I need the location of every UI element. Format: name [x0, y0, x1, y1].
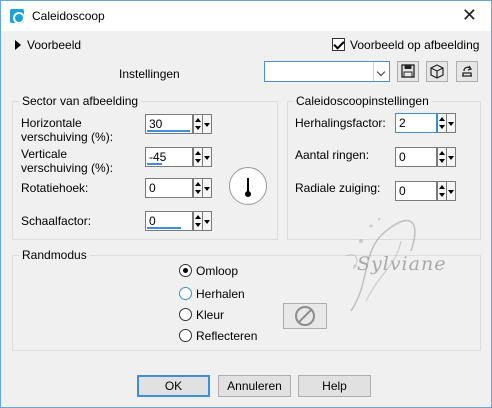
rings-dropdown[interactable]	[447, 147, 456, 167]
radial-stepper[interactable]	[437, 181, 447, 201]
close-icon[interactable]: ✕	[462, 6, 477, 24]
repeat-dropdown[interactable]	[447, 113, 456, 133]
v-offset-dropdown[interactable]	[203, 147, 212, 167]
repeat-value: 2	[399, 116, 406, 130]
v-offset-label: Verticale verschuiving (%):	[21, 147, 113, 175]
h-offset-slider-bar	[147, 130, 190, 132]
sector-group-title: Sector van afbeelding	[19, 94, 142, 108]
v-offset-slider-bar	[147, 163, 162, 165]
no-color-icon	[295, 306, 315, 326]
v-offset-label-line1: Verticale	[21, 147, 68, 161]
edge-label-herhalen: Herhalen	[196, 287, 245, 301]
rotation-label: Rotatiehoek:	[21, 181, 89, 195]
reset-button[interactable]	[456, 61, 478, 82]
radial-value: 0	[399, 184, 406, 198]
h-offset-input[interactable]: 30	[145, 114, 193, 134]
down-arrow-icon	[195, 190, 201, 194]
watermark-text: Sylviane	[357, 253, 447, 275]
rings-value: 0	[399, 150, 406, 164]
up-arrow-icon	[439, 185, 445, 189]
chevron-down-icon	[373, 62, 389, 81]
h-offset-label: Horizontale verschuiving (%):	[21, 116, 113, 144]
scale-label: Schaalfactor:	[21, 214, 92, 228]
radial-input[interactable]: 0	[395, 181, 437, 201]
down-arrow-icon	[439, 193, 445, 197]
edge-mode-group-title: Randmodus	[19, 248, 90, 262]
preview-toggle[interactable]: Voorbeeld	[15, 38, 81, 52]
preview-on-image-label: Voorbeeld op afbeelding	[350, 38, 480, 52]
scale-dropdown[interactable]	[203, 211, 212, 231]
repeat-input[interactable]: 2	[395, 113, 437, 133]
v-offset-value: -45	[149, 150, 167, 164]
rings-stepper[interactable]	[437, 147, 447, 167]
h-offset-stepper[interactable]	[193, 114, 203, 134]
up-arrow-icon	[195, 151, 201, 155]
settings-dropdown[interactable]	[264, 61, 390, 82]
cancel-button[interactable]: Annuleren	[218, 375, 291, 397]
down-arrow-icon	[195, 126, 201, 130]
expand-arrow-icon	[15, 40, 21, 50]
edge-radio-kleur[interactable]	[179, 308, 192, 321]
preview-toggle-label: Voorbeeld	[27, 38, 82, 52]
ok-button[interactable]: OK	[137, 375, 210, 397]
edge-color-swatch[interactable]	[283, 303, 327, 329]
h-offset-label-line2: verschuiving (%):	[21, 130, 114, 144]
title-bar: Caleidoscoop ✕	[1, 1, 491, 31]
down-arrow-icon	[195, 223, 201, 227]
edge-radio-herhalen[interactable]	[179, 287, 192, 300]
down-arrow-icon	[439, 159, 445, 163]
h-offset-label-line1: Horizontale	[21, 116, 82, 130]
scale-value: 0	[149, 214, 156, 228]
radial-label: Radiale zuiging:	[295, 181, 381, 195]
presets-button[interactable]	[426, 61, 448, 82]
rotation-stepper[interactable]	[193, 178, 203, 198]
rotation-dropdown[interactable]	[203, 178, 212, 198]
v-offset-stepper[interactable]	[193, 147, 203, 167]
dialog-window: Caleidoscoop ✕ Voorbeeld Voorbeeld op af…	[0, 0, 492, 408]
radial-dropdown[interactable]	[447, 181, 456, 201]
preview-on-image-checkbox[interactable]	[332, 38, 345, 51]
v-offset-label-line2: verschuiving (%):	[21, 161, 114, 175]
help-button[interactable]: Help	[298, 375, 371, 397]
up-arrow-icon	[439, 117, 445, 121]
h-offset-dropdown[interactable]	[203, 114, 212, 134]
settings-label: Instellingen	[119, 67, 180, 81]
kaleidoscope-group-title: Caleidoscoopinstellingen	[293, 94, 432, 108]
down-arrow-icon	[439, 125, 445, 129]
edge-radio-omloop[interactable]	[179, 264, 192, 277]
up-arrow-icon	[195, 182, 201, 186]
dial-knob	[245, 191, 251, 197]
save-settings-button[interactable]	[397, 61, 419, 82]
edge-radio-reflecteren[interactable]	[179, 329, 192, 342]
edge-label-reflecteren: Reflecteren	[196, 329, 258, 343]
scale-stepper[interactable]	[193, 211, 203, 231]
rings-label: Aantal ringen:	[295, 148, 370, 162]
rotation-input[interactable]: 0	[145, 178, 193, 198]
scale-input[interactable]: 0	[145, 211, 193, 231]
window-title: Caleidoscoop	[32, 9, 105, 23]
kaleidoscope-icon	[10, 9, 25, 24]
reset-icon	[462, 65, 472, 77]
rotation-value: 0	[149, 181, 156, 195]
rings-input[interactable]: 0	[395, 147, 437, 167]
down-arrow-icon	[195, 159, 201, 163]
repeat-stepper[interactable]	[437, 113, 447, 133]
up-arrow-icon	[195, 118, 201, 122]
h-offset-value: 30	[149, 117, 163, 131]
rotation-dial[interactable]	[229, 167, 267, 205]
up-arrow-icon	[195, 215, 201, 219]
edge-label-omloop: Omloop	[196, 264, 239, 278]
scale-slider-bar	[147, 227, 181, 229]
up-arrow-icon	[439, 151, 445, 155]
v-offset-input[interactable]: -45	[145, 147, 193, 167]
save-icon	[401, 64, 415, 78]
cube-icon	[430, 64, 444, 79]
repeat-label: Herhalingsfactor:	[295, 116, 386, 130]
edge-label-kleur: Kleur	[196, 308, 225, 322]
